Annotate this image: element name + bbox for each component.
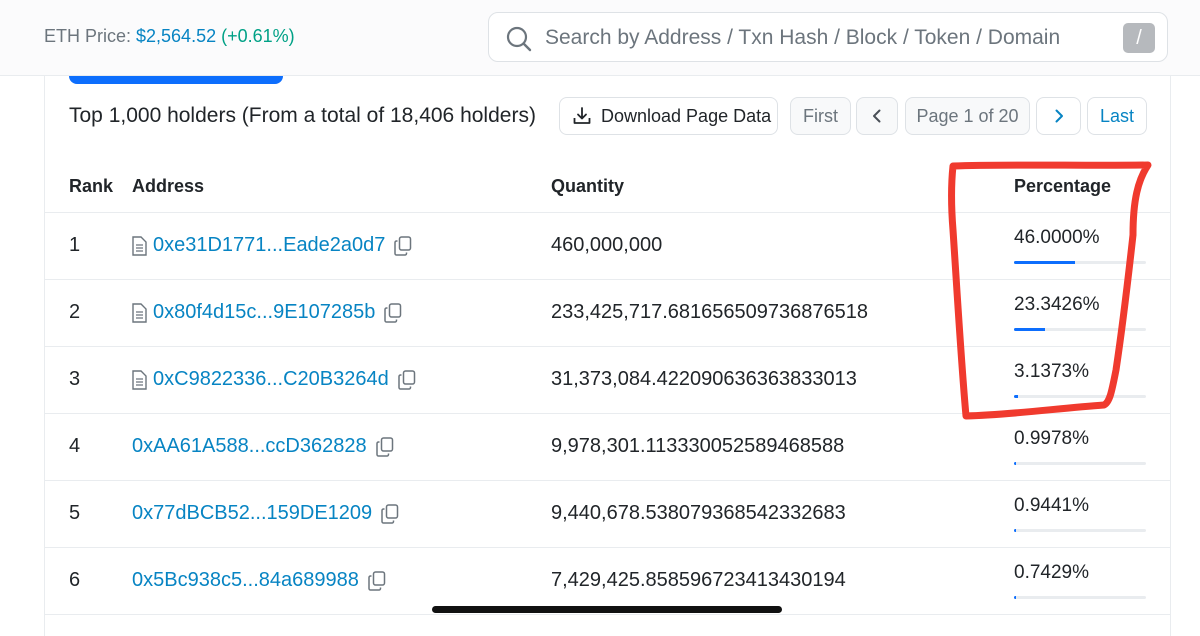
- table-row: 6 0x5Bc938c5...84a689988 7,429,425.85859…: [45, 548, 1170, 615]
- copy-icon[interactable]: [368, 570, 386, 591]
- column-header-rank: Rank: [69, 176, 114, 196]
- quantity-cell: 460,000,000: [551, 234, 663, 256]
- search-shortcut-key: /: [1123, 23, 1155, 53]
- address-link[interactable]: 0xC9822336...C20B3264d: [153, 368, 389, 391]
- table-row: 4 0xAA61A588...ccD362828 9,978,301.11333…: [45, 414, 1170, 481]
- search-input[interactable]: [543, 21, 1067, 55]
- last-page-button[interactable]: Last: [1087, 97, 1147, 135]
- address-cell: 0xC9822336...C20B3264d: [131, 368, 416, 391]
- copy-icon[interactable]: [394, 235, 412, 256]
- percentage-cell: 23.3426%: [1014, 294, 1100, 315]
- percentage-cell: 0.7429%: [1014, 562, 1090, 583]
- address-cell: 0x77dBCB52...159DE1209: [132, 502, 399, 525]
- percentage-bar: [1014, 529, 1146, 532]
- percentage-bar: [1014, 596, 1146, 599]
- rank-cell: 1: [69, 234, 81, 256]
- next-page-button[interactable]: [1036, 97, 1081, 135]
- percentage-bar-fill: [1014, 596, 1016, 599]
- rank-cell: 2: [69, 301, 81, 323]
- rank-cell: 5: [69, 502, 81, 524]
- percentage-bar-fill: [1014, 328, 1045, 331]
- holders-card: Top 1,000 holders (From a total of 18,40…: [44, 76, 1171, 636]
- percentage-cell: 0.9441%: [1014, 495, 1090, 516]
- percentage-bar: [1014, 462, 1146, 465]
- copy-icon[interactable]: [384, 302, 402, 323]
- address-cell: 0xe31D1771...Eade2a0d7: [131, 234, 412, 257]
- quantity-cell: 233,425,717.681656509736876518: [551, 301, 868, 323]
- download-icon: [573, 107, 591, 124]
- page-indicator: Page 1 of 20: [905, 97, 1030, 135]
- percentage-bar: [1014, 328, 1146, 331]
- percentage-cell: 46.0000%: [1014, 227, 1100, 248]
- address-link[interactable]: 0xAA61A588...ccD362828: [132, 435, 367, 458]
- percentage-bar-fill: [1014, 462, 1016, 465]
- percentage-cell: 0.9978%: [1014, 428, 1090, 449]
- rank-cell: 6: [69, 569, 81, 591]
- home-indicator: [432, 606, 782, 613]
- table-row: 1 0xe31D1771...Eade2a0d7 460,000,000 46.…: [45, 213, 1170, 280]
- active-tab-indicator: [69, 76, 283, 84]
- address-link[interactable]: 0xe31D1771...Eade2a0d7: [153, 234, 385, 257]
- download-label: Download Page Data: [601, 105, 772, 126]
- eth-price-value[interactable]: $2,564.52: [136, 26, 216, 46]
- quantity-cell: 7,429,425.858596723413430194: [551, 569, 846, 591]
- eth-price-change: (+0.61%): [221, 26, 295, 46]
- percentage-cell: 3.1373%: [1014, 361, 1090, 382]
- rank-cell: 3: [69, 368, 81, 390]
- copy-icon[interactable]: [398, 369, 416, 390]
- column-header-quantity: Quantity: [551, 176, 625, 196]
- quantity-cell: 9,440,678.538079368542332683: [551, 502, 846, 524]
- chevron-right-icon: [1055, 109, 1063, 123]
- search-box[interactable]: /: [488, 12, 1168, 62]
- column-header-percentage: Percentage: [1014, 176, 1112, 196]
- rank-cell: 4: [69, 435, 81, 457]
- download-page-data-button[interactable]: Download Page Data: [559, 97, 778, 135]
- top-bar: ETH Price: $2,564.52 (+0.61%) /: [0, 0, 1200, 76]
- address-link[interactable]: 0x77dBCB52...159DE1209: [132, 502, 372, 525]
- address-cell: 0x80f4d15c...9E107285b: [131, 301, 402, 324]
- eth-price: ETH Price: $2,564.52 (+0.61%): [44, 26, 295, 47]
- column-header-address: Address: [132, 176, 205, 196]
- search-icon: [506, 26, 532, 52]
- previous-page-button[interactable]: [856, 97, 898, 135]
- percentage-bar-fill: [1014, 529, 1016, 532]
- first-page-button[interactable]: First: [790, 97, 851, 135]
- table-row: 5 0x77dBCB52...159DE1209 9,440,678.53807…: [45, 481, 1170, 548]
- percentage-bar-fill: [1014, 261, 1075, 264]
- copy-icon[interactable]: [381, 503, 399, 524]
- holders-summary: Top 1,000 holders (From a total of 18,40…: [69, 104, 536, 127]
- document-icon: [132, 369, 147, 390]
- address-link[interactable]: 0x5Bc938c5...84a689988: [132, 569, 359, 592]
- percentage-bar: [1014, 395, 1146, 398]
- percentage-bar: [1014, 261, 1146, 264]
- table-header: Rank Address Quantity Percentage: [45, 164, 1170, 213]
- quantity-cell: 9,978,301.113330052589468588: [551, 435, 845, 457]
- document-icon: [132, 235, 147, 256]
- quantity-cell: 31,373,084.422090636363833013: [551, 368, 857, 390]
- table-row: 3 0xC9822336...C20B3264d 31,373,084.4220…: [45, 347, 1170, 414]
- table-row: 2 0x80f4d15c...9E107285b 233,425,717.681…: [45, 280, 1170, 347]
- address-cell: 0xAA61A588...ccD362828: [132, 435, 394, 458]
- copy-icon[interactable]: [375, 436, 394, 457]
- document-icon: [132, 302, 147, 323]
- eth-price-label: ETH Price:: [44, 26, 137, 46]
- address-link[interactable]: 0x80f4d15c...9E107285b: [153, 301, 375, 324]
- percentage-bar-fill: [1014, 395, 1019, 398]
- address-cell: 0x5Bc938c5...84a689988: [132, 569, 386, 592]
- chevron-left-icon: [873, 109, 881, 123]
